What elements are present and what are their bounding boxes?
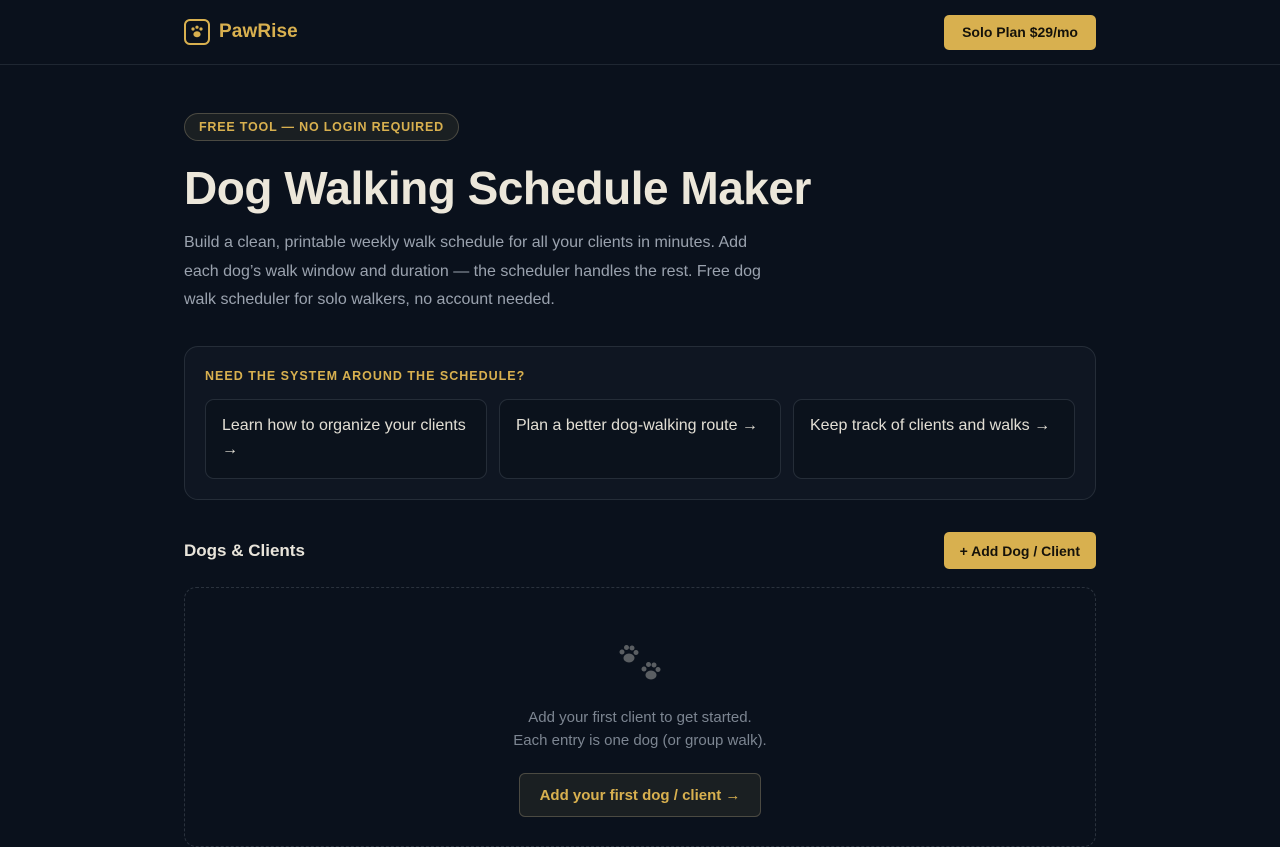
paw-prints-icon [619, 645, 661, 680]
free-tool-badge: FREE TOOL — NO LOGIN REQUIRED [184, 113, 459, 141]
track-clients-link[interactable]: Keep track of clients and walks → [793, 399, 1075, 479]
resources-links: Learn how to organize your clients → Pla… [205, 399, 1075, 479]
empty-state-message: Add your first client to get started. Ea… [185, 706, 1095, 752]
empty-state-line-1: Add your first client to get started. [528, 709, 752, 726]
solo-plan-button[interactable]: Solo Plan $29/mo [944, 14, 1096, 50]
clients-section-header: Dogs & Clients + Add Dog / Client [184, 532, 1096, 569]
brand-link[interactable]: PawRise [184, 19, 298, 45]
paw-logo-icon [184, 19, 210, 45]
add-dog-client-button[interactable]: + Add Dog / Client [943, 532, 1096, 569]
page-title: Dog Walking Schedule Maker [184, 162, 811, 214]
resources-panel: NEED THE SYSTEM AROUND THE SCHEDULE? Lea… [184, 346, 1096, 500]
organize-clients-link[interactable]: Learn how to organize your clients → [205, 399, 487, 479]
page-subtitle: Build a clean, printable weekly walk sch… [184, 234, 761, 308]
add-first-client-button[interactable]: Add your first dog / client → [519, 773, 761, 817]
brand-name: PawRise [219, 21, 298, 42]
clients-empty-state: Add your first client to get started. Ea… [184, 587, 1096, 847]
clients-section-title: Dogs & Clients [184, 540, 305, 560]
empty-state-line-2: Each entry is one dog (or group walk). [513, 732, 767, 749]
plan-route-link[interactable]: Plan a better dog-walking route → [499, 399, 781, 479]
top-header: PawRise Solo Plan $29/mo [0, 0, 1280, 65]
resources-heading: NEED THE SYSTEM AROUND THE SCHEDULE? [205, 369, 526, 383]
header-inner: PawRise Solo Plan $29/mo [184, 0, 1096, 64]
